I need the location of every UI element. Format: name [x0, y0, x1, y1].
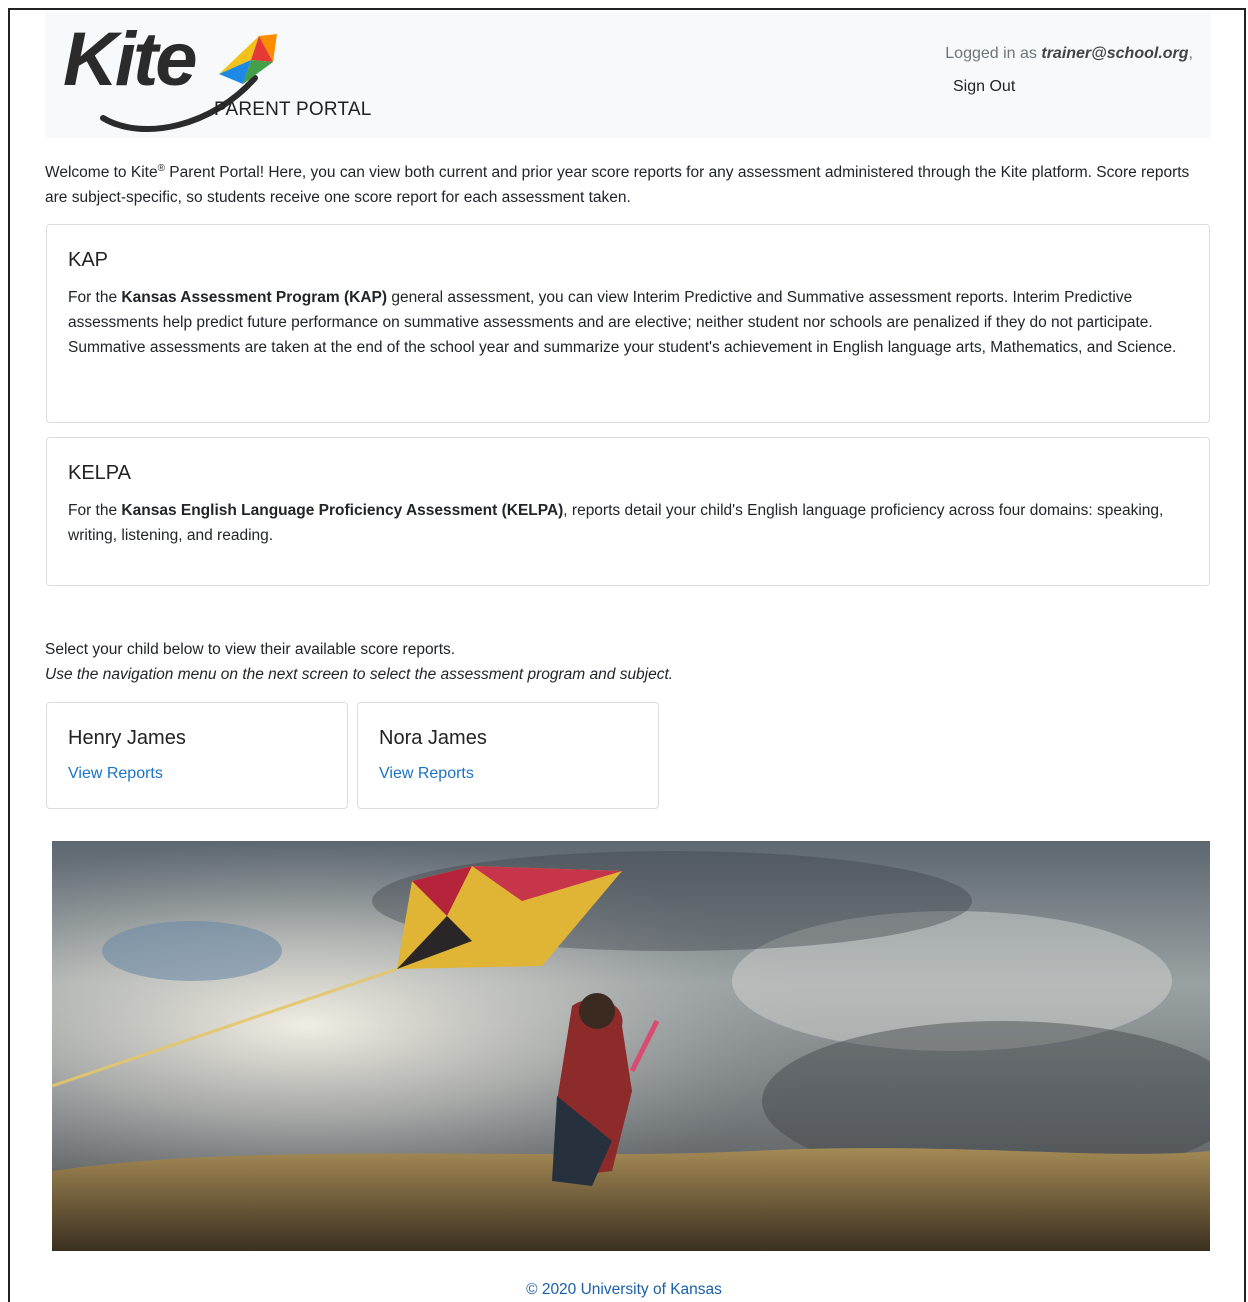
kelpa-title: KELPA	[68, 462, 131, 484]
child-name: Henry James	[68, 727, 186, 749]
kelpa-card: KELPA For the Kansas English Language Pr…	[46, 437, 1210, 586]
kap-description: For the Kansas Assessment Program (KAP) …	[68, 285, 1188, 360]
kap-text-before: For the	[68, 289, 122, 306]
view-reports-link[interactable]: View Reports	[68, 765, 163, 782]
select-child-line: Select your child below to view their av…	[45, 641, 456, 658]
kelpa-description: For the Kansas English Language Proficie…	[68, 498, 1188, 548]
kap-card: KAP For the Kansas Assessment Program (K…	[46, 224, 1210, 423]
logo-subtitle: PARENT PORTAL	[214, 99, 372, 120]
intro-text-start: Welcome to Kite	[45, 164, 158, 181]
logo-word: Kite	[63, 17, 198, 102]
user-email: trainer@school.org	[1041, 45, 1189, 62]
login-status: Logged in as trainer@school.org,	[945, 45, 1193, 63]
select-child-instructions: Select your child below to view their av…	[45, 637, 673, 687]
kelpa-program-name: Kansas English Language Proficiency Asse…	[121, 502, 564, 519]
hero-image	[52, 841, 1210, 1251]
view-reports-link[interactable]: View Reports	[379, 765, 474, 782]
site-header: Kite PARENT PORTAL Logged in as trainer@…	[45, 12, 1211, 138]
kap-program-name: Kansas Assessment Program (KAP)	[121, 289, 388, 306]
navigation-hint: Use the navigation menu on the next scre…	[45, 666, 674, 683]
logged-in-label: Logged in as	[945, 45, 1037, 62]
sign-out-link[interactable]: Sign Out	[953, 78, 1015, 96]
login-comma: ,	[1188, 45, 1193, 62]
child-card-nora: Nora James View Reports	[357, 702, 659, 809]
child-card-henry: Henry James View Reports	[46, 702, 348, 809]
child-name: Nora James	[379, 727, 487, 749]
kap-title: KAP	[68, 249, 109, 271]
intro-paragraph: Welcome to Kite® Parent Portal! Here, yo…	[45, 156, 1215, 210]
kelpa-text-before: For the	[68, 502, 122, 519]
registered-mark: ®	[157, 163, 165, 174]
footer-copyright[interactable]: © 2020 University of Kansas	[0, 1281, 1248, 1299]
kite-logo[interactable]: Kite PARENT PORTAL	[63, 22, 373, 132]
intro-text-rest: Parent Portal! Here, you can view both c…	[45, 164, 1190, 206]
kite-photo	[52, 841, 1210, 1251]
